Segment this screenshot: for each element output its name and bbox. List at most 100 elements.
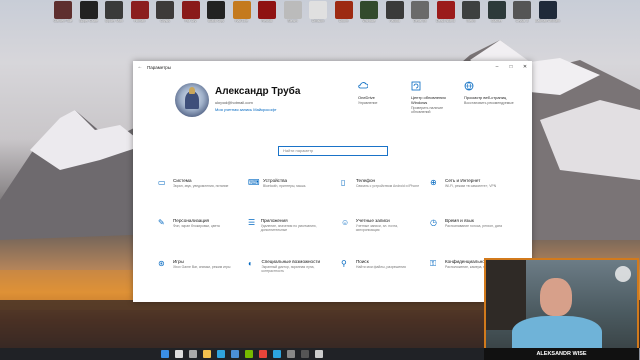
shortcut-icon bbox=[207, 1, 225, 19]
desktop-shortcut[interactable]: Dead Island bbox=[433, 1, 459, 23]
nvidia-icon[interactable] bbox=[245, 350, 253, 358]
shortcut-icon bbox=[130, 1, 149, 19]
telegram-icon[interactable] bbox=[273, 350, 281, 358]
onedrive-tile[interactable]: OneDrive Управление bbox=[358, 81, 408, 105]
category-title: Устройства bbox=[263, 178, 288, 183]
category-description: Xbox Game Bar, снимки, режим игры bbox=[173, 265, 231, 269]
clock-icon: ◷ bbox=[430, 218, 437, 227]
search-icon[interactable] bbox=[175, 350, 183, 358]
shortcut-label: Stalker bbox=[491, 19, 502, 23]
category-title: Сеть и Интернет bbox=[445, 178, 481, 183]
edge-icon[interactable] bbox=[217, 350, 225, 358]
desktop-shortcut[interactable]: Batman Arkham bbox=[535, 1, 561, 23]
search-input[interactable]: Найти параметр bbox=[278, 146, 388, 156]
category-title: Игры bbox=[173, 259, 184, 264]
desktop-shortcut[interactable]: Super Crate bbox=[76, 1, 102, 23]
desktop-shortcut[interactable]: Crysis 3 bbox=[509, 1, 535, 23]
desktop-shortcut[interactable]: Crysis bbox=[152, 1, 178, 23]
category-3[interactable]: ⊕ Сеть и Интернет Wi-Fi, режим «в самолете… bbox=[430, 178, 510, 188]
shortcut-icon bbox=[462, 1, 480, 19]
category-description: Найти мои файлы, разрешения bbox=[356, 265, 406, 269]
shortcut-label: Spider Man bbox=[105, 19, 123, 23]
category-2[interactable]: ▯ Телефон Связать с устройством Android и … bbox=[341, 178, 421, 188]
category-description: Wi-Fi, режим «в самолете», VPN bbox=[445, 184, 497, 188]
shortcut-icon bbox=[487, 1, 506, 19]
desktop-shortcut[interactable]: Division bbox=[305, 1, 331, 23]
store-icon[interactable] bbox=[231, 350, 239, 358]
desktop-shortcut[interactable]: Fallout bbox=[382, 1, 408, 23]
desktop-shortcut[interactable]: Metro bbox=[458, 1, 484, 23]
laptop-icon: ▭ bbox=[158, 178, 166, 187]
category-description: Bluetooth, принтеры, мышь bbox=[263, 184, 306, 188]
app-icon[interactable] bbox=[287, 350, 295, 358]
desktop-shortcut[interactable]: Redfall bbox=[254, 1, 280, 23]
microsoft-account-link[interactable]: Моя учетная запись Майкрософт bbox=[215, 107, 300, 112]
category-title: Специальные возможности bbox=[261, 259, 321, 264]
desktop-shortcut[interactable]: Steam bbox=[280, 1, 306, 23]
webcam-name-label: ALEKSANDR WISE bbox=[484, 348, 639, 360]
category-description: Учетные записи, эл. почта, синхронизация bbox=[355, 224, 398, 232]
desktop-shortcut[interactable]: Garden Tale bbox=[50, 1, 76, 23]
back-arrow-icon[interactable]: ← bbox=[133, 64, 147, 70]
obs-icon[interactable] bbox=[301, 350, 309, 358]
minimize-button[interactable]: – bbox=[490, 64, 504, 70]
desktop-shortcut[interactable]: Deus Ex bbox=[407, 1, 433, 23]
shortcut-icon bbox=[105, 1, 123, 19]
person-icon: ☺ bbox=[341, 218, 350, 227]
category-7[interactable]: ◷ Время и язык Распознавание голоса, регио… bbox=[430, 218, 510, 228]
category-title: Приложения bbox=[260, 218, 288, 223]
phone-icon: ▯ bbox=[341, 178, 346, 187]
apps-icon: ☰ bbox=[248, 218, 256, 227]
shortcut-icon bbox=[385, 1, 404, 19]
desktop-shortcut[interactable]: Hitman bbox=[127, 1, 153, 23]
shortcut-label: Deus Ex bbox=[413, 19, 427, 23]
desktop-shortcut[interactable]: Spider Man bbox=[101, 1, 127, 23]
taskview-icon[interactable] bbox=[189, 350, 197, 358]
profile-name: Александр Труба bbox=[215, 86, 301, 97]
webcam-overlay bbox=[484, 258, 639, 350]
settings-icon[interactable] bbox=[315, 350, 323, 358]
shortcut-icon bbox=[79, 1, 98, 19]
category-4[interactable]: ✎ Персонализация Фон, экран блокировки, цв… bbox=[158, 218, 238, 228]
desktop-shortcut[interactable]: Black Ops bbox=[203, 1, 229, 23]
category-6[interactable]: ☺ Учетные записи Учетные записи, эл. почта… bbox=[341, 218, 421, 232]
cloud-icon bbox=[358, 82, 369, 89]
category-5[interactable]: ☰ Приложения Удаление, значения по умолчан… bbox=[248, 218, 328, 232]
category-0[interactable]: ▭ Система Экран, звук, уведомления, питани… bbox=[158, 178, 238, 188]
update-icon bbox=[411, 81, 421, 91]
shortcut-label: Black Ops bbox=[208, 19, 224, 23]
accessibility-icon: ◐ bbox=[248, 259, 253, 268]
web-browsing-tile[interactable]: Просмотр веб-страниц Восстановить рекоме… bbox=[464, 81, 514, 105]
taskbar bbox=[0, 348, 484, 360]
shortcut-icon bbox=[181, 1, 200, 19]
shortcut-label: Batman Arkham bbox=[535, 19, 560, 23]
shortcut-icon bbox=[283, 1, 302, 19]
window-title: Параметры bbox=[147, 64, 171, 70]
explorer-icon[interactable] bbox=[203, 350, 211, 358]
windows-update-label: Центр обновления Windows bbox=[411, 95, 446, 105]
search-icon: ⚲ bbox=[341, 259, 347, 268]
category-1[interactable]: ⌨ Устройства Bluetooth, принтеры, мышь bbox=[248, 178, 328, 188]
shortcut-label: Far Cry bbox=[184, 19, 197, 23]
desktop-shortcut[interactable]: Far Cry bbox=[178, 1, 204, 23]
desktop-shortcut[interactable]: Warface bbox=[356, 1, 382, 23]
chrome-icon[interactable] bbox=[259, 350, 267, 358]
shortcut-label: Doom bbox=[338, 19, 349, 23]
shortcut-icon bbox=[334, 1, 353, 19]
desktop-shortcut[interactable]: Stalker bbox=[484, 1, 510, 23]
profile-email: ukrpod@hotmail.com bbox=[215, 100, 253, 105]
shortcut-icon bbox=[436, 1, 455, 19]
category-9[interactable]: ◐ Специальные возможности Экранный диктор,… bbox=[248, 259, 328, 273]
windows-icon[interactable] bbox=[161, 350, 169, 358]
category-10[interactable]: ⚲ Поиск Найти мои файлы, разрешения bbox=[341, 259, 421, 269]
desktop-shortcut[interactable]: Half-Life bbox=[229, 1, 255, 23]
category-description: Связать с устройством Android и iPhone bbox=[356, 184, 420, 188]
globe-icon bbox=[464, 81, 474, 91]
desktop-shortcut[interactable]: Doom bbox=[331, 1, 357, 23]
windows-update-tile[interactable]: Центр обновления Windows Проверить налич… bbox=[411, 81, 461, 114]
category-title: Система bbox=[173, 178, 192, 183]
close-button[interactable]: ✕ bbox=[518, 64, 532, 70]
shortcut-label: Warface bbox=[362, 19, 376, 23]
maximize-button[interactable]: □ bbox=[504, 64, 518, 70]
category-8[interactable]: ⊛ Игры Xbox Game Bar, снимки, режим игры bbox=[158, 259, 238, 269]
